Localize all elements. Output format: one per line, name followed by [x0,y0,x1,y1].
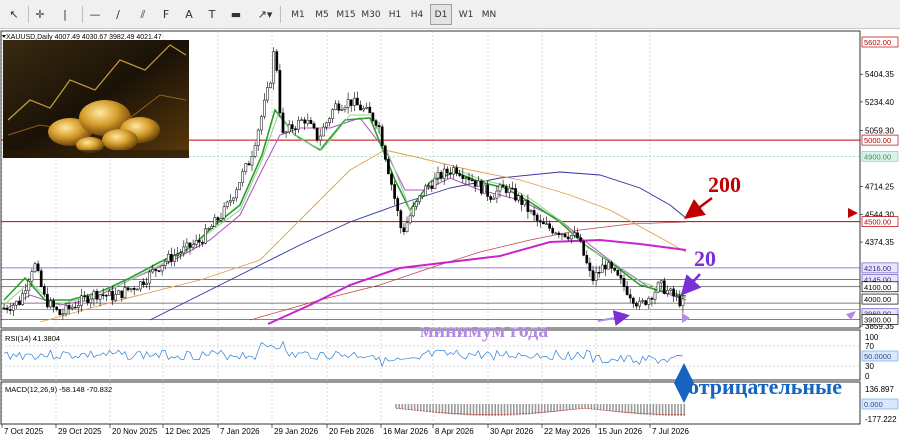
price-tick-label: 5059.30 [865,126,894,135]
price-tag-value: 4900.00 [864,152,891,161]
crosshair-icon[interactable]: ✛ [31,4,49,25]
toolbar: ↖ ✛ | — ∕ ⫽ F A T ▬ ↗▾ M1 M5 M15 M30 H1 H4 D1 W1 MN [0,0,900,29]
candle [58,308,62,316]
candle [278,63,282,118]
candle [582,240,586,257]
macd-tick-label: -177.222 [865,415,897,424]
timeframe-m5[interactable]: M5 [311,4,333,25]
date-tick-label: 29 Oct 2025 [58,427,102,436]
candle [616,269,620,277]
gold-image-inset [3,40,189,158]
price-tags: 5602.005000.004900.004500.004216.004145.… [861,36,899,325]
price-tag: 3900.00 [861,314,899,325]
annotation-20-label: 20 [694,246,716,271]
date-tick-label: 8 Apr 2026 [435,427,474,436]
rsi-tick-label: 30 [865,362,874,371]
channel-icon[interactable]: ⫽ [134,4,152,25]
price-tag: 5602.00 [861,36,899,48]
price-tag: 4000.00 [861,293,899,305]
date-tick-label: 15 Jun 2026 [598,427,643,436]
toolbar-separator [280,6,281,23]
timeframe-h1[interactable]: H1 [384,4,406,25]
candle [238,182,241,191]
date-tick-label: 16 Mar 2026 [383,427,428,436]
rsi-tag-value: 50.0000 [864,352,891,361]
date-tick-label: 12 Dec 2025 [165,427,211,436]
candle [39,268,43,288]
chart-area[interactable]: XAUUSD,Daily 4007.49 4030.67 3982.49 402… [0,29,900,441]
macd-tag-value: 0.000 [864,400,883,409]
trading-terminal-window: ↖ ✛ | — ∕ ⫽ F A T ▬ ↗▾ M1 M5 M15 M30 H1 H4 D1 W1 MN [0,0,900,441]
candle [483,184,486,194]
timeframe-m15[interactable]: M15 [335,4,357,25]
rsi-tick-label: 100 [865,333,879,342]
annotation-200-label: 200 [708,172,741,197]
price-tag-value: 5602.00 [864,38,891,47]
timeframe-w1[interactable]: W1 [455,4,477,25]
price-tag-value: 4100.00 [864,283,891,292]
price-tag-value: 4216.00 [864,264,891,273]
trendline-icon[interactable]: ∕ [109,4,127,25]
date-tick-label: 7 Oct 2025 [4,427,44,436]
rsi-axis: 10070 300 50.0000 [861,333,899,381]
date-tick-label: 20 Nov 2025 [112,427,158,436]
timeframe-m30[interactable]: M30 [360,4,382,25]
candle [380,124,384,147]
date-tick-label: 7 Jan 2026 [220,427,260,436]
date-tick-label: 7 Jul 2026 [652,427,689,436]
rsi-tick-label: 70 [865,342,874,351]
timeframe-mn[interactable]: MN [478,4,500,25]
candle [480,179,483,196]
arrows-menu-icon[interactable]: ↗▾ [253,4,277,25]
price-tag: 4900.00 [861,151,899,162]
candle [387,156,390,175]
date-tick-label: 22 May 2026 [544,427,591,436]
chart-symbol-header: XAUUSD,Daily 4007.49 4030.67 3982.49 402… [6,34,162,41]
date-tick-label: 20 Feb 2026 [329,427,374,436]
timeframe-d1[interactable]: D1 [430,4,452,25]
date-tick-label: 30 Apr 2026 [490,427,534,436]
price-tick-label: 5404.35 [865,70,894,79]
candle [383,144,387,162]
candle [275,48,279,73]
rectangle-icon[interactable]: ▬ [227,4,245,25]
rsi-tick-label: 0 [865,372,870,381]
timeframe-m1[interactable]: M1 [287,4,309,25]
year-low-text: минимум года [420,320,548,342]
fibonacci-icon[interactable]: F [157,4,175,25]
macd-header: MACD(12,26,9) -58.148 -70.832 [5,385,112,394]
text-icon[interactable]: A [180,4,198,25]
date-axis: 7 Oct 2025 29 Oct 2025 20 Nov 2025 12 Dec 2… [1,424,689,436]
price-tick-label: 4374.35 [865,238,894,247]
timeframe-h4[interactable]: H4 [406,4,428,25]
vertical-line-icon[interactable]: | [56,4,74,25]
cursor-icon[interactable]: ↖ [5,4,23,25]
price-tag: 5000.00 [861,134,899,146]
macd-negative-text: отрицательные [688,374,842,399]
horizontal-line-icon[interactable]: — [86,4,104,25]
price-tag-value: 3900.00 [864,315,891,324]
macd-tag: 0.000 [861,398,899,410]
price-tick-label: 4714.25 [865,183,894,192]
macd-tick-label: 136.897 [865,385,894,394]
rsi-tag: 50.0000 [861,350,899,362]
price-tag: 4100.00 [861,281,899,293]
rsi-header: RSI(14) 41.3804 [5,334,60,343]
toolbar-separator [82,6,83,23]
price-tag-value: 5000.00 [864,136,891,145]
price-tag: 4500.00 [861,216,899,227]
candle [656,281,660,294]
text-label-icon[interactable]: T [203,4,221,25]
toolbar-separator [28,6,29,23]
price-tick-label: 5234.40 [865,98,894,107]
price-tag-value: 4500.00 [864,218,891,227]
macd-axis: 136.897 -177.222 0.000 [861,385,899,424]
date-tick-label: 29 Jan 2026 [274,427,319,436]
price-tag-value: 4000.00 [864,295,891,304]
price-tag: 4216.00 [861,262,899,274]
